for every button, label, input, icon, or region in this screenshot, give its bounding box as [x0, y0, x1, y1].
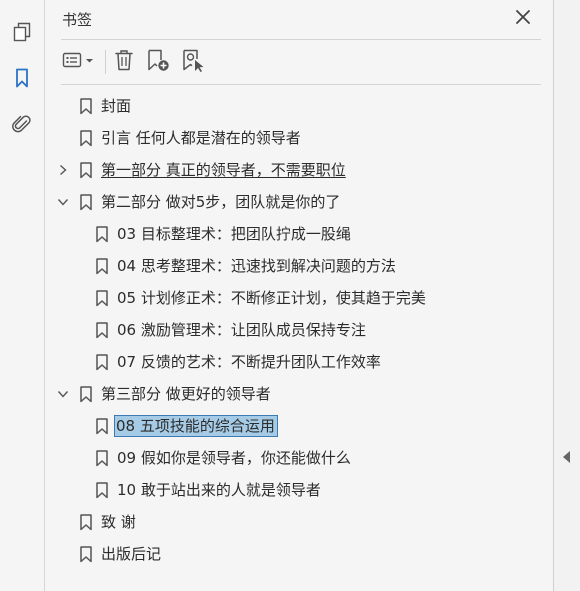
close-button[interactable]	[513, 8, 533, 28]
panel-collapse-strip	[553, 0, 580, 591]
bookmark-icon	[95, 322, 109, 339]
attachments-icon[interactable]	[9, 111, 35, 137]
pages-icon[interactable]	[9, 19, 35, 45]
bookmark-item[interactable]: 08 五项技能的综合运用	[45, 414, 545, 438]
bookmark-item[interactable]: 封面	[45, 94, 545, 118]
bookmark-icon	[95, 418, 109, 435]
bookmark-label: 致 谢	[101, 513, 136, 531]
bookmark-label: 出版后记	[101, 545, 162, 563]
bookmark-label: 05 计划修正术：不断修正计划，使其趋于完美	[117, 289, 426, 307]
panel-title: 书签	[62, 11, 93, 29]
bookmark-item[interactable]: 05 计划修正术：不断修正计划，使其趋于完美	[45, 286, 545, 310]
chevron-down-icon[interactable]	[57, 388, 69, 400]
bookmark-label: 03 目标整理术：把团队拧成一股绳	[117, 225, 351, 243]
chevron-down-icon[interactable]	[57, 196, 69, 208]
bookmarks-panel: 书签 封面 引言 任何人都是潜在的领导者 第一部分 真正的领导者，不需要职位 第…	[45, 0, 553, 591]
bookmark-label: 第二部分 做对5步，团队就是你的了	[101, 193, 341, 211]
collapse-panel-icon[interactable]	[562, 449, 572, 468]
bookmark-label: 08 五项技能的综合运用	[114, 415, 278, 437]
bookmark-item[interactable]: 引言 任何人都是潜在的领导者	[45, 126, 545, 150]
bookmark-item[interactable]: 第三部分 做更好的领导者	[45, 382, 545, 406]
delete-bookmark-icon	[113, 48, 135, 76]
left-nav-bar	[0, 0, 45, 591]
bookmark-label: 06 激励管理术：让团队成员保持专注	[117, 321, 366, 339]
bookmark-icon	[79, 130, 93, 147]
bookmark-item[interactable]: 第二部分 做对5步，团队就是你的了	[45, 190, 545, 214]
bookmark-item[interactable]: 04 思考整理术：迅速找到解决问题的方法	[45, 254, 545, 278]
bookmark-item[interactable]: 出版后记	[45, 542, 545, 566]
bookmark-from-structure-icon	[180, 47, 206, 77]
new-bookmark-icon	[145, 47, 171, 77]
toolbar-separator	[105, 50, 106, 74]
bookmark-icon	[79, 546, 93, 563]
bookmark-icon	[79, 514, 93, 531]
chevron-right-icon[interactable]	[57, 164, 69, 176]
bookmark-item[interactable]: 致 谢	[45, 510, 545, 534]
bookmark-icon	[79, 386, 93, 403]
bookmark-item[interactable]: 第一部分 真正的领导者，不需要职位	[45, 158, 545, 182]
bookmark-icon	[95, 290, 109, 307]
toolbar-divider	[61, 84, 541, 85]
bookmark-from-structure-button[interactable]	[179, 48, 207, 76]
options-menu-button[interactable]	[61, 48, 99, 76]
bookmark-icon	[79, 162, 93, 179]
bookmark-icon	[95, 258, 109, 275]
bookmark-icon	[79, 194, 93, 211]
bookmark-icon	[95, 354, 109, 371]
bookmark-label: 封面	[101, 97, 132, 115]
bookmark-label: 第一部分 真正的领导者，不需要职位	[101, 161, 346, 179]
bookmark-item[interactable]: 10 敢于站出来的人就是领导者	[45, 478, 545, 502]
bookmark-icon	[95, 482, 109, 499]
bookmarks-icon[interactable]	[9, 65, 35, 91]
bookmark-item[interactable]: 09 假如你是领导者，你还能做什么	[45, 446, 545, 470]
bookmark-item[interactable]: 03 目标整理术：把团队拧成一股绳	[45, 222, 545, 246]
bookmark-icon	[95, 226, 109, 243]
options-menu-icon	[62, 50, 98, 74]
delete-bookmark-button[interactable]	[111, 48, 137, 76]
bookmark-icon	[95, 450, 109, 467]
bookmark-label: 07 反馈的艺术：不断提升团队工作效率	[117, 353, 381, 371]
bookmark-label: 04 思考整理术：迅速找到解决问题的方法	[117, 257, 396, 275]
new-bookmark-button[interactable]	[144, 48, 172, 76]
title-divider	[61, 39, 541, 40]
bookmark-label: 第三部分 做更好的领导者	[101, 385, 271, 403]
bookmark-label: 引言 任何人都是潜在的领导者	[101, 129, 301, 147]
bookmark-label: 10 敢于站出来的人就是领导者	[117, 481, 321, 499]
bookmark-item[interactable]: 06 激励管理术：让团队成员保持专注	[45, 318, 545, 342]
bookmark-label: 09 假如你是领导者，你还能做什么	[117, 449, 351, 467]
bookmark-item[interactable]: 07 反馈的艺术：不断提升团队工作效率	[45, 350, 545, 374]
close-icon	[516, 9, 530, 28]
bookmark-icon	[79, 98, 93, 115]
